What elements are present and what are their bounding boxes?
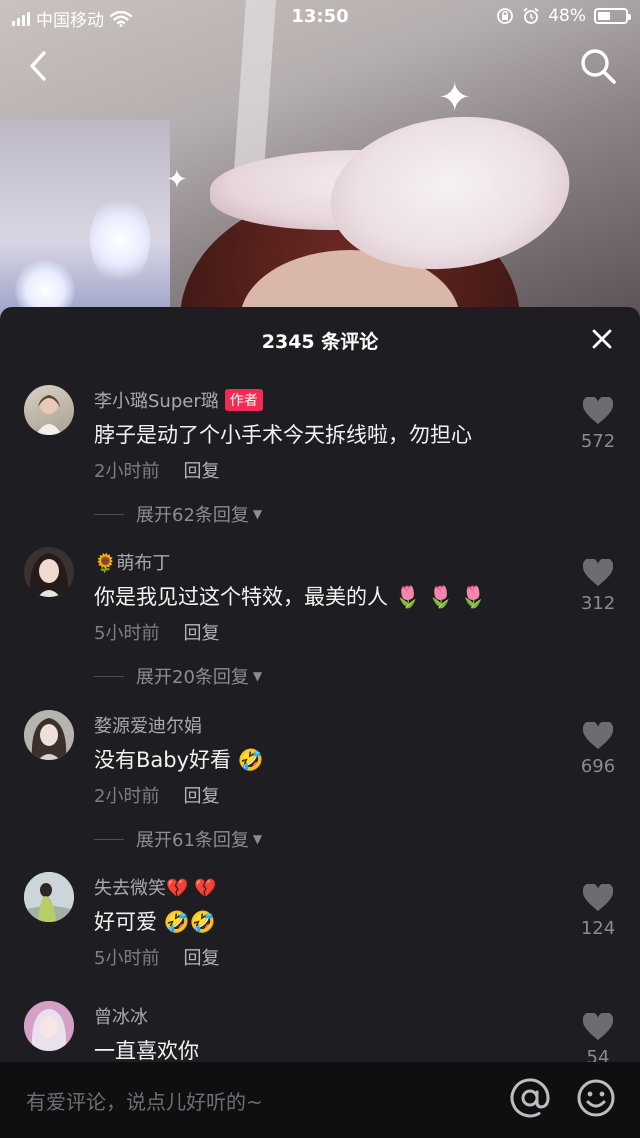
comment-input-bar: 有爱评论，说点儿好听的~ xyxy=(0,1062,640,1138)
back-button[interactable] xyxy=(22,48,58,84)
comment-text[interactable]: 脖子是动了个小手术今天拆线啦，勿担心 xyxy=(94,419,472,449)
avatar[interactable] xyxy=(24,547,74,597)
alarm-icon xyxy=(523,7,539,24)
comment-time: 2小时前 xyxy=(94,461,160,482)
username[interactable]: 李小璐Super璐 xyxy=(94,391,219,412)
battery-percent: 48% xyxy=(548,6,586,26)
divider-line xyxy=(94,513,124,515)
emoji-icon[interactable] xyxy=(576,1078,616,1118)
heart-icon xyxy=(582,557,614,586)
battery-icon xyxy=(594,8,631,24)
like-button[interactable]: 312 xyxy=(576,557,620,614)
comment-time: 2小时前 xyxy=(94,786,160,807)
like-count: 312 xyxy=(580,593,616,614)
expand-replies-button[interactable]: 展开61条回复 ▼ xyxy=(94,826,262,852)
like-button[interactable]: 572 xyxy=(576,395,620,452)
like-button[interactable]: 124 xyxy=(576,882,620,939)
like-button[interactable]: 54 xyxy=(576,1011,620,1068)
comment-text[interactable]: 一直喜欢你 xyxy=(94,1035,199,1065)
video-preview[interactable]: ✦ ✦ xyxy=(0,0,640,320)
avatar[interactable] xyxy=(24,1001,74,1051)
comments-title: 2345 条评论 xyxy=(261,331,379,353)
caret-down-icon: ▼ xyxy=(252,832,263,846)
video-light xyxy=(90,195,150,285)
orientation-lock-icon xyxy=(497,8,514,24)
heart-icon xyxy=(582,1011,614,1040)
reply-button[interactable]: 回复 xyxy=(183,948,219,969)
expand-replies-label: 展开61条回复 xyxy=(136,830,249,851)
like-count: 124 xyxy=(580,918,616,939)
avatar[interactable] xyxy=(24,872,74,922)
divider-line xyxy=(94,838,124,840)
close-icon[interactable] xyxy=(590,327,614,351)
expand-replies-button[interactable]: 展开62条回复 ▼ xyxy=(94,501,262,527)
status-bar: 中国移动 13:50 48% xyxy=(0,0,640,34)
reply-button[interactable]: 回复 xyxy=(183,786,219,807)
like-count: 572 xyxy=(580,431,616,452)
avatar[interactable] xyxy=(24,385,74,435)
caret-down-icon: ▼ xyxy=(252,669,263,683)
reply-button[interactable]: 回复 xyxy=(183,461,219,482)
heart-icon xyxy=(582,395,614,424)
avatar[interactable] xyxy=(24,710,74,760)
comment-text[interactable]: 你是我见过这个特效，最美的人 🌷 🌷 🌷 xyxy=(94,581,486,611)
expand-replies-label: 展开20条回复 xyxy=(136,667,249,688)
sparkle-icon: ✦ xyxy=(438,75,472,121)
heart-icon xyxy=(582,882,614,911)
username[interactable]: 婺源爱迪尔娟 xyxy=(94,712,202,738)
author-badge: 作者 xyxy=(224,389,263,411)
comment-time: 5小时前 xyxy=(94,623,160,644)
like-button[interactable]: 696 xyxy=(576,720,620,777)
comment-time: 5小时前 xyxy=(94,948,160,969)
comment-text[interactable]: 好可爱 🤣🤣 xyxy=(94,906,216,936)
reply-button[interactable]: 回复 xyxy=(183,623,219,644)
divider-line xyxy=(94,675,124,677)
expand-replies-label: 展开62条回复 xyxy=(136,505,249,526)
comment-input[interactable]: 有爱评论，说点儿好听的~ xyxy=(26,1086,263,1115)
expand-replies-button[interactable]: 展开20条回复 ▼ xyxy=(94,663,262,689)
sparkle-icon: ✦ xyxy=(166,165,188,195)
comments-sheet: 2345 条评论 李小璐Super璐 作者 脖子是动了个小手术今天拆线啦，勿担心 … xyxy=(0,307,640,1138)
caret-down-icon: ▼ xyxy=(252,507,263,521)
username[interactable]: 曾冰冰 xyxy=(94,1003,148,1029)
search-button[interactable] xyxy=(578,46,618,86)
username[interactable]: 🌻萌布丁 xyxy=(94,549,170,575)
comment-text[interactable]: 没有Baby好看 🤣 xyxy=(94,744,264,774)
at-icon[interactable] xyxy=(508,1076,552,1120)
heart-icon xyxy=(582,720,614,749)
username[interactable]: 失去微笑💔 💔 xyxy=(94,874,217,900)
like-count: 696 xyxy=(580,756,616,777)
